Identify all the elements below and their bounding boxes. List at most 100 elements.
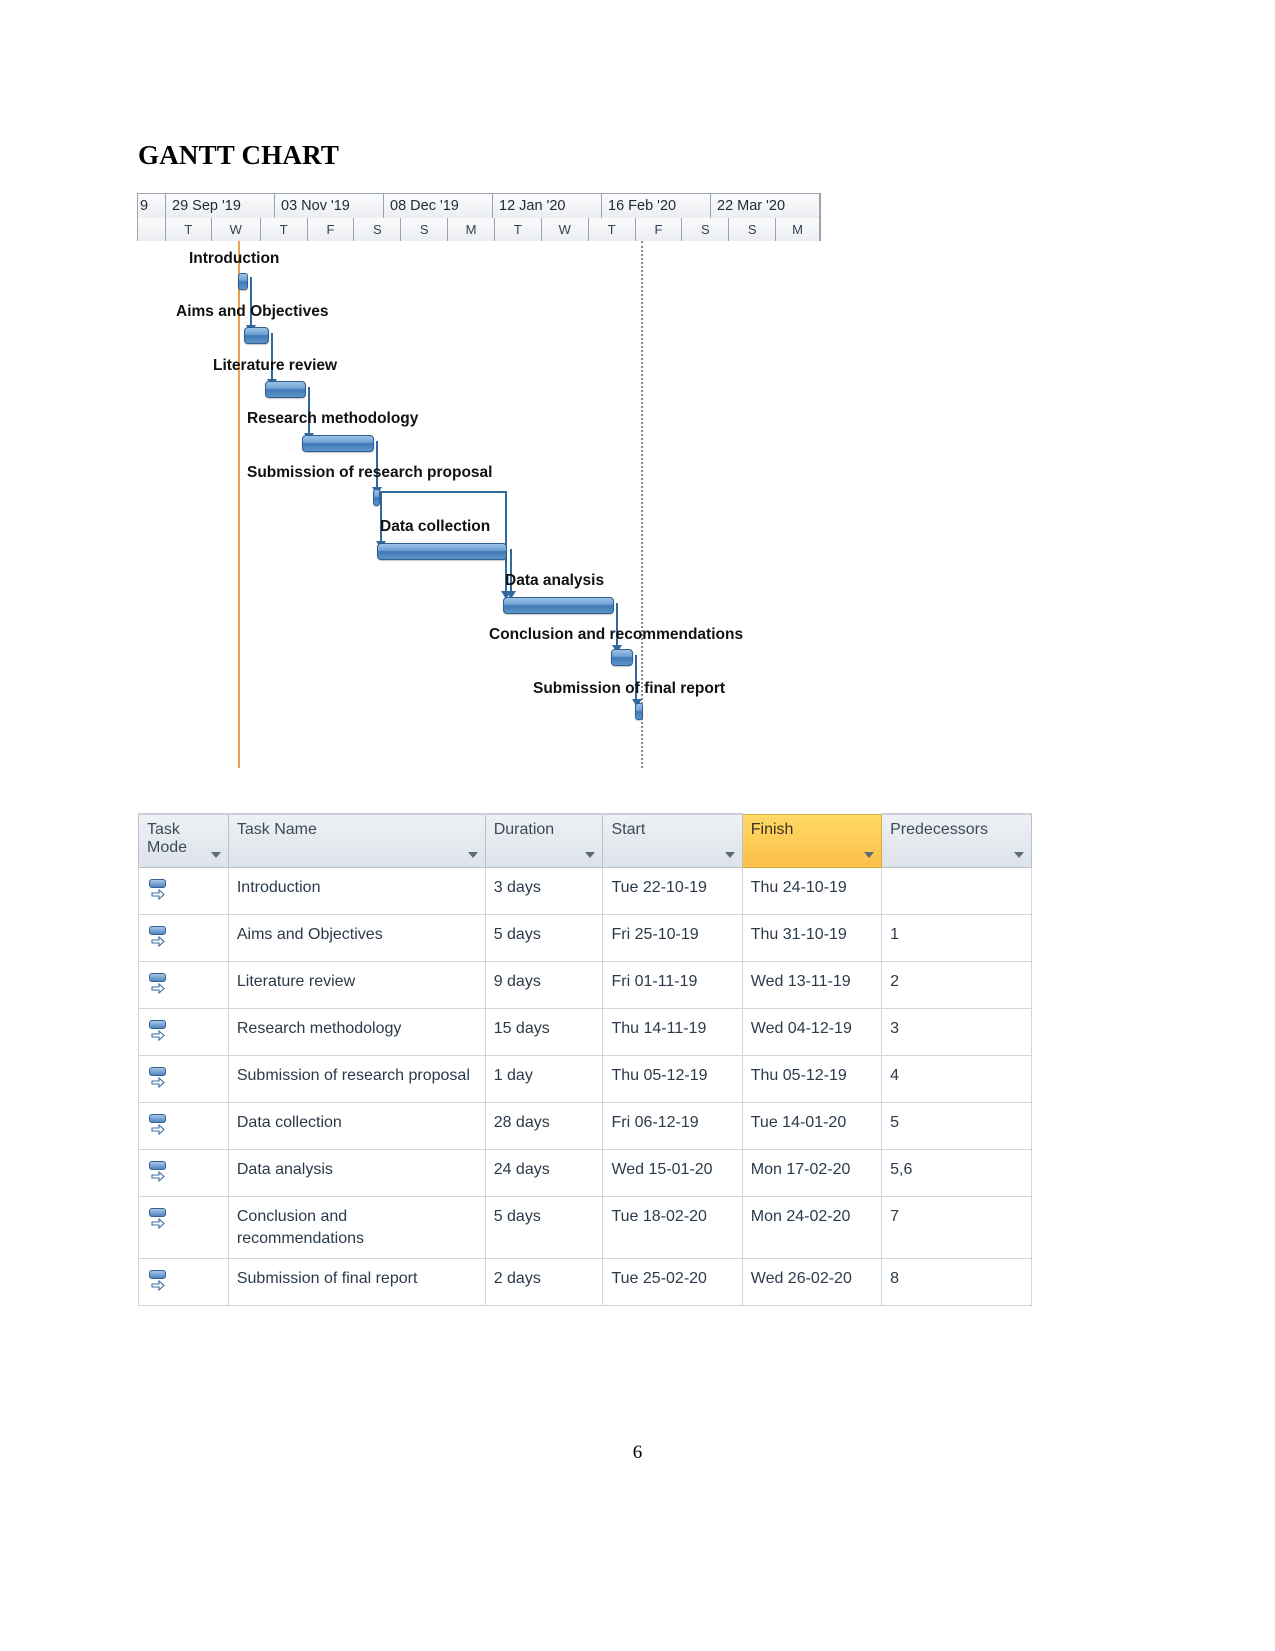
- table-row[interactable]: Aims and Objectives 5 days Fri 25-10-19 …: [138, 914, 1032, 962]
- gantt-label-research-methodology: Research methodology: [247, 410, 419, 427]
- cell-start[interactable]: Tue 22-10-19: [602, 867, 743, 915]
- cell-task-mode[interactable]: [138, 867, 229, 915]
- cell-duration[interactable]: 5 days: [484, 1195, 604, 1260]
- manually-scheduled-icon[interactable]: [147, 877, 173, 905]
- cell-task-mode[interactable]: [138, 1195, 229, 1260]
- manually-scheduled-icon[interactable]: [147, 1206, 173, 1234]
- table-row[interactable]: Introduction 3 days Tue 22-10-19 Thu 24-…: [138, 867, 1032, 915]
- column-header-task-mode-label: Task Mode: [147, 821, 188, 857]
- table-row[interactable]: Data analysis 24 days Wed 15-01-20 Mon 1…: [138, 1149, 1032, 1197]
- manually-scheduled-icon[interactable]: [147, 1112, 173, 1140]
- gantt-label-literature-review: Literature review: [213, 357, 338, 374]
- cell-start[interactable]: Thu 05-12-19: [602, 1055, 743, 1103]
- table-row[interactable]: Submission of research proposal 1 day Th…: [138, 1055, 1032, 1103]
- cell-task-mode[interactable]: [138, 914, 229, 962]
- cell-finish[interactable]: Thu 31-10-19: [741, 914, 883, 962]
- chevron-down-icon[interactable]: [864, 852, 875, 858]
- cell-predecessors[interactable]: 2: [881, 961, 1032, 1009]
- manually-scheduled-icon[interactable]: [147, 1065, 173, 1093]
- manually-scheduled-icon[interactable]: [147, 1159, 173, 1187]
- cell-task-name[interactable]: Submission of final report: [227, 1258, 486, 1307]
- cell-start[interactable]: Wed 15-01-20: [602, 1149, 743, 1197]
- column-header-task-name-label: Task Name: [236, 821, 317, 838]
- timeline-day-12: S: [682, 218, 730, 241]
- chevron-down-icon[interactable]: [1014, 852, 1024, 858]
- column-header-finish[interactable]: Finish: [741, 813, 883, 868]
- manually-scheduled-icon[interactable]: [147, 971, 173, 999]
- table-row[interactable]: Conclusion and recommendations 5 days Tu…: [138, 1195, 1032, 1260]
- cell-task-name[interactable]: Submission of research proposal: [227, 1055, 486, 1103]
- cell-task-name[interactable]: Literature review: [227, 961, 486, 1009]
- cell-task-mode[interactable]: [138, 1102, 229, 1150]
- manually-scheduled-icon[interactable]: [147, 924, 173, 952]
- table-row[interactable]: Submission of final report 2 days Tue 25…: [138, 1258, 1032, 1307]
- gantt-bar-data-analysis: [503, 597, 614, 614]
- timeline-period-3: 08 Dec '19: [384, 194, 493, 218]
- cell-start[interactable]: Fri 25-10-19: [602, 914, 743, 962]
- cell-task-mode[interactable]: [138, 1258, 229, 1307]
- cell-finish[interactable]: Wed 13-11-19: [741, 961, 883, 1009]
- cell-duration[interactable]: 28 days: [484, 1102, 604, 1150]
- cell-predecessors[interactable]: 5: [881, 1102, 1032, 1150]
- cell-finish[interactable]: Tue 14-01-20: [741, 1102, 883, 1150]
- cell-start[interactable]: Fri 06-12-19: [602, 1102, 743, 1150]
- cell-predecessors[interactable]: 5,6: [881, 1149, 1032, 1197]
- column-header-task-name[interactable]: Task Name: [227, 813, 486, 868]
- cell-predecessors[interactable]: 8: [881, 1258, 1032, 1307]
- table-row[interactable]: Literature review 9 days Fri 01-11-19 We…: [138, 961, 1032, 1009]
- cell-task-name[interactable]: Research methodology: [227, 1008, 486, 1056]
- cell-predecessors[interactable]: 4: [881, 1055, 1032, 1103]
- cell-finish[interactable]: Wed 26-02-20: [741, 1258, 883, 1307]
- cell-start[interactable]: Fri 01-11-19: [602, 961, 743, 1009]
- column-header-predecessors[interactable]: Predecessors: [881, 813, 1032, 868]
- cell-finish[interactable]: Thu 05-12-19: [741, 1055, 883, 1103]
- cell-duration[interactable]: 15 days: [484, 1008, 604, 1056]
- column-header-task-mode[interactable]: Task Mode: [138, 813, 229, 868]
- chevron-down-icon[interactable]: [467, 852, 478, 858]
- gantt-bar-aims-and-objectives: [244, 327, 269, 344]
- cell-task-name[interactable]: Introduction: [227, 867, 486, 915]
- timeline-day-2: W: [211, 218, 261, 241]
- cell-finish[interactable]: Wed 04-12-19: [741, 1008, 883, 1056]
- cell-start[interactable]: Tue 18-02-20: [602, 1195, 743, 1260]
- column-header-duration[interactable]: Duration: [484, 813, 604, 868]
- gantt-label-submission-of-final-report: Submission of final report: [533, 680, 726, 697]
- cell-task-name[interactable]: Data analysis: [227, 1149, 486, 1197]
- gantt-bar-data-collection: [377, 543, 507, 560]
- chevron-down-icon[interactable]: [724, 852, 735, 858]
- cell-duration[interactable]: 1 day: [484, 1055, 604, 1103]
- cell-task-mode[interactable]: [138, 961, 229, 1009]
- cell-task-name[interactable]: Aims and Objectives: [227, 914, 486, 962]
- gantt-bar-submission-of-final-report: [635, 703, 643, 720]
- cell-start[interactable]: Tue 25-02-20: [602, 1258, 743, 1307]
- timeline-day-14: M: [776, 218, 820, 241]
- table-row[interactable]: Research methodology 15 days Thu 14-11-1…: [138, 1008, 1032, 1056]
- cell-duration[interactable]: 2 days: [484, 1258, 604, 1307]
- manually-scheduled-icon[interactable]: [147, 1018, 173, 1046]
- cell-duration[interactable]: 3 days: [484, 867, 604, 915]
- cell-duration[interactable]: 24 days: [484, 1149, 604, 1197]
- cell-finish[interactable]: Mon 17-02-20: [741, 1149, 883, 1197]
- cell-task-name[interactable]: Data collection: [227, 1102, 486, 1150]
- gantt-label-data-collection: Data collection: [380, 518, 491, 535]
- cell-finish[interactable]: Mon 24-02-20: [741, 1195, 883, 1260]
- table-row[interactable]: Data collection 28 days Fri 06-12-19 Tue…: [138, 1102, 1032, 1150]
- cell-duration[interactable]: 9 days: [484, 961, 604, 1009]
- cell-task-name[interactable]: Conclusion and recommendations: [227, 1195, 486, 1260]
- cell-start[interactable]: Thu 14-11-19: [602, 1008, 743, 1056]
- cell-predecessors[interactable]: [881, 867, 1032, 915]
- column-header-start[interactable]: Start: [602, 813, 743, 868]
- chevron-down-icon[interactable]: [585, 852, 596, 858]
- manually-scheduled-icon[interactable]: [147, 1268, 173, 1296]
- cell-predecessors[interactable]: 7: [881, 1195, 1032, 1260]
- cell-task-mode[interactable]: [138, 1149, 229, 1197]
- cell-predecessors[interactable]: 3: [881, 1008, 1032, 1056]
- table-header-row: Task Mode Task Name Duration Start Finis…: [138, 813, 1032, 868]
- cell-task-mode[interactable]: [138, 1008, 229, 1056]
- cell-predecessors[interactable]: 1: [881, 914, 1032, 962]
- cell-duration[interactable]: 5 days: [484, 914, 604, 962]
- chevron-down-icon[interactable]: [210, 852, 221, 858]
- cell-task-mode[interactable]: [138, 1055, 229, 1103]
- cell-finish[interactable]: Thu 24-10-19: [741, 867, 883, 915]
- table-body: Introduction 3 days Tue 22-10-19 Thu 24-…: [138, 867, 1032, 1307]
